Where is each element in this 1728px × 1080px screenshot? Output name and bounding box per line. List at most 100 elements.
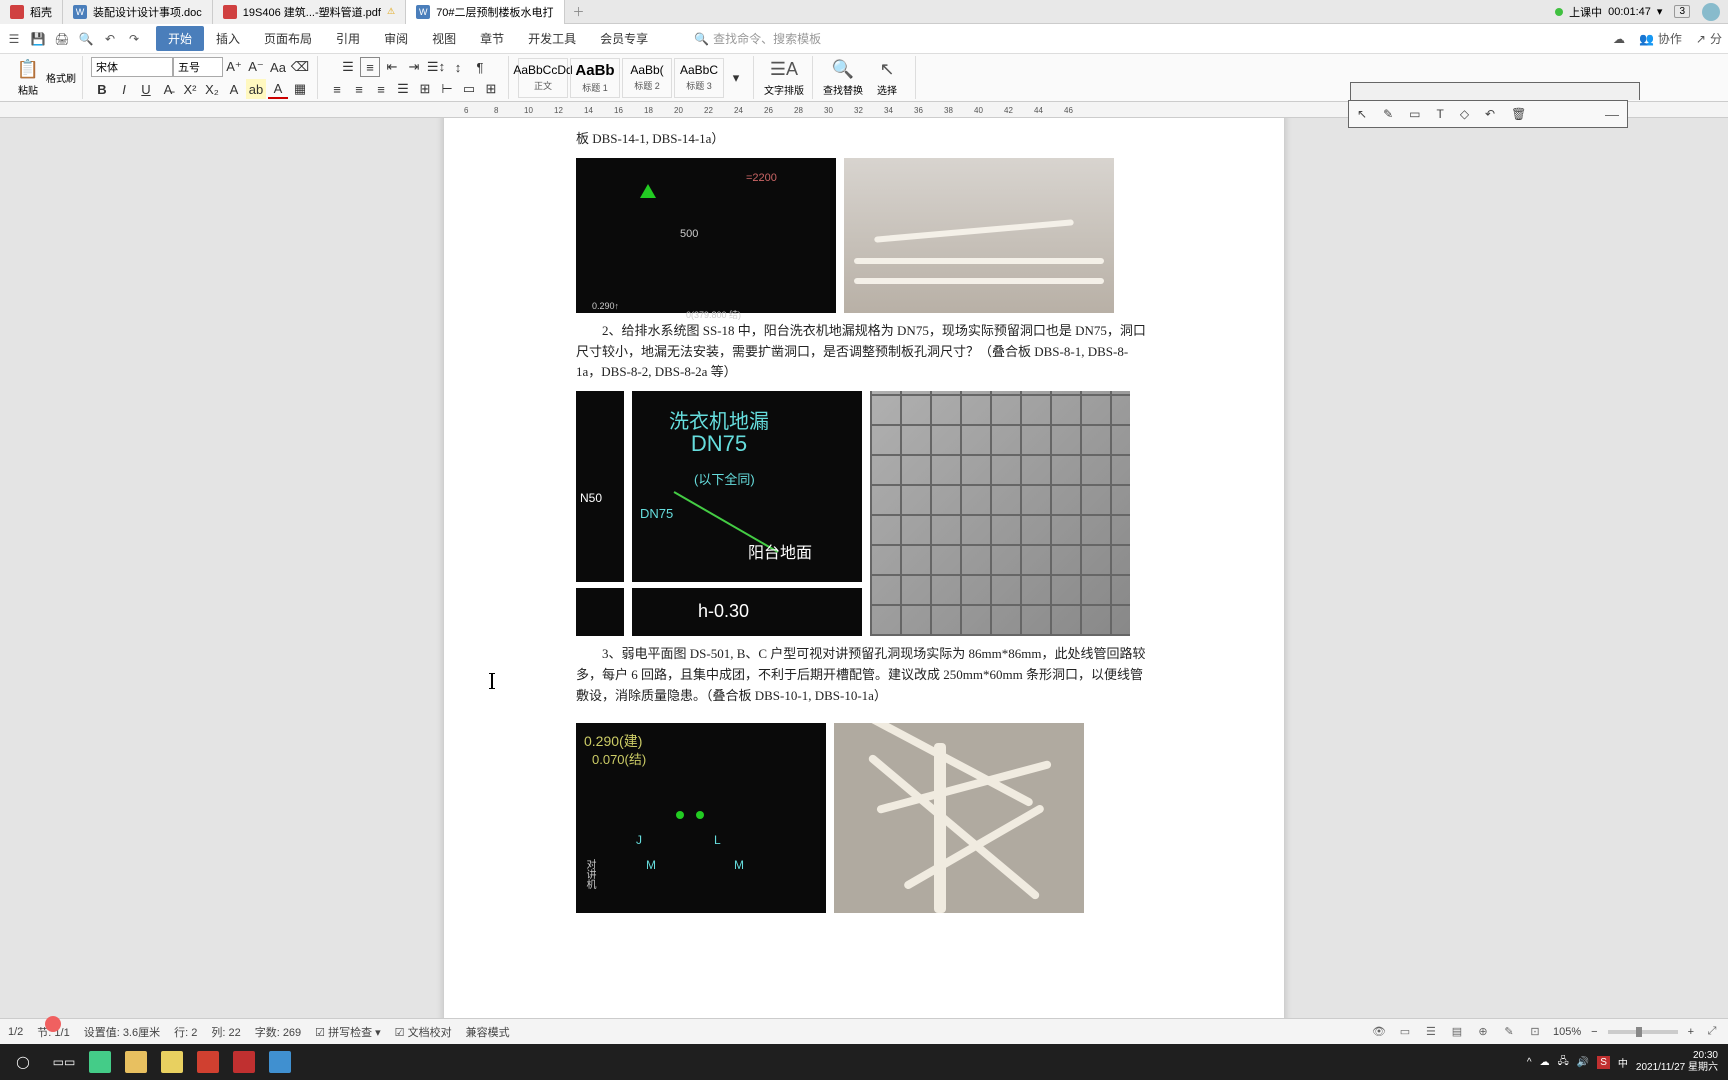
count-badge[interactable]: 3 (1674, 5, 1690, 18)
status-words[interactable]: 字数: 269 (255, 1024, 301, 1040)
line-spacing-button[interactable]: ☰↕ (426, 57, 446, 77)
view-page-icon[interactable]: ▭ (1397, 1024, 1413, 1040)
zoom-fit-icon[interactable]: ⊡ (1527, 1024, 1543, 1040)
avatar[interactable] (1702, 3, 1720, 21)
tab-add-button[interactable]: ＋ (565, 0, 593, 24)
italic-button[interactable]: I (114, 79, 134, 99)
decrease-font-icon[interactable]: A⁻ (246, 57, 266, 77)
status-page[interactable]: 1/2 (8, 1026, 23, 1038)
format-painter[interactable]: 格式刷 (46, 70, 76, 85)
float-panel-tab[interactable] (1350, 82, 1640, 100)
save-icon[interactable]: 💾 (30, 31, 46, 47)
edit-icon[interactable]: ✎ (1501, 1024, 1517, 1040)
zoom-in[interactable]: + (1688, 1026, 1694, 1038)
superscript-button[interactable]: X² (180, 79, 200, 99)
redo-icon[interactable]: ↷ (126, 31, 142, 47)
menu-tab-insert[interactable]: 插入 (204, 26, 252, 51)
tab-stops-button[interactable]: ⊢ (437, 79, 457, 99)
distribute-button[interactable]: ⊞ (415, 79, 435, 99)
tab-doc-active[interactable]: W 70#二层预制楼板水电打 (406, 0, 564, 24)
view-read-icon[interactable]: ⊕ (1475, 1024, 1491, 1040)
document-area[interactable]: 板 DBS-14-1, DBS-14-1a） 500 0(379.800 结) … (0, 118, 1728, 1052)
zoom-out[interactable]: − (1591, 1026, 1597, 1038)
zoom-value[interactable]: 105% (1553, 1026, 1581, 1038)
bold-button[interactable]: B (92, 79, 112, 99)
taskbar-app-wps[interactable] (190, 1044, 226, 1080)
zoom-slider[interactable] (1608, 1030, 1678, 1034)
tray-ime[interactable]: 中 (1618, 1055, 1628, 1070)
bullets-button[interactable]: ☰ (338, 57, 358, 77)
style-h3[interactable]: AaBbC 标题 3 (674, 58, 724, 98)
font-effect-button[interactable]: A (224, 79, 244, 99)
typeset-button[interactable]: ☰A 文字排版 (762, 59, 806, 97)
paste-button[interactable]: 📋 粘贴 (10, 59, 46, 97)
increase-font-icon[interactable]: A⁺ (224, 57, 244, 77)
class-status[interactable]: 上课中 00:01:47 ▾ (1555, 4, 1662, 20)
tray-app-icon[interactable]: S (1597, 1056, 1610, 1069)
size-select[interactable] (173, 57, 223, 77)
menu-tab-chapter[interactable]: 章节 (468, 26, 516, 51)
style-normal[interactable]: AaBbCcDd 正文 (518, 58, 568, 98)
numbering-button[interactable]: ≡ (360, 57, 380, 77)
text-tool-icon[interactable]: T (1436, 107, 1443, 121)
taskbar-app-notes[interactable] (154, 1044, 190, 1080)
change-case-icon[interactable]: Aa (268, 57, 288, 77)
menu-tab-dev[interactable]: 开发工具 (516, 26, 588, 51)
preview-icon[interactable]: 🔍 (78, 31, 94, 47)
collab-button[interactable]: 👥 协作 (1639, 30, 1682, 47)
align-right-button[interactable]: ≡ (371, 79, 391, 99)
find-replace-button[interactable]: 🔍 查找替换 (821, 59, 865, 97)
eraser-tool-icon[interactable]: ◇ (1460, 107, 1469, 121)
shading-button[interactable]: ▭ (459, 79, 479, 99)
align-center-button[interactable]: ≡ (349, 79, 369, 99)
tray-cloud-icon[interactable]: ☁ (1540, 1057, 1550, 1068)
taskbar-app-browser[interactable] (82, 1044, 118, 1080)
align-left-button[interactable]: ≡ (327, 79, 347, 99)
docfix-toggle[interactable]: ☑ 文档校对 (395, 1024, 452, 1040)
indent-inc-button[interactable]: ⇥ (404, 57, 424, 77)
menu-tab-review[interactable]: 审阅 (372, 26, 420, 51)
spellcheck-toggle[interactable]: ☑ 拼写检查 ▾ (315, 1024, 381, 1040)
highlight-button[interactable]: ab (246, 79, 266, 99)
style-h1[interactable]: AaBb 标题 1 (570, 58, 620, 98)
view-outline-icon[interactable]: ☰ (1423, 1024, 1439, 1040)
align-justify-button[interactable]: ☰ (393, 79, 413, 99)
subscript-button[interactable]: X₂ (202, 79, 222, 99)
style-h2[interactable]: AaBb( 标题 2 (622, 58, 672, 98)
pen-tool-icon[interactable]: ✎ (1383, 107, 1393, 121)
show-marks-button[interactable]: ¶ (470, 57, 490, 77)
menu-tab-pagelayout[interactable]: 页面布局 (252, 26, 324, 51)
strike-button[interactable]: A̵ (158, 79, 178, 99)
view-web-icon[interactable]: ▤ (1449, 1024, 1465, 1040)
share-button[interactable]: ↗ 分 (1696, 30, 1722, 47)
tab-doc-1[interactable]: W 装配设计设计事项.doc (63, 0, 213, 24)
indent-dec-button[interactable]: ⇤ (382, 57, 402, 77)
menu-tab-ref[interactable]: 引用 (324, 26, 372, 51)
font-color-button[interactable]: A (268, 79, 288, 99)
tray-chevron-icon[interactable]: ^ (1527, 1057, 1532, 1068)
borders-button[interactable]: ⊞ (481, 79, 501, 99)
tab-shell[interactable]: 稻壳 (0, 0, 63, 24)
sort-button[interactable]: ↕ (448, 57, 468, 77)
record-indicator[interactable] (45, 1016, 61, 1032)
print-icon[interactable]: 🖨 (54, 31, 70, 47)
delete-tool-icon[interactable]: 🗑 (1511, 107, 1526, 121)
eye-icon[interactable]: 👁 (1371, 1024, 1387, 1040)
undo-tool-icon[interactable]: ↶ (1485, 107, 1495, 121)
char-shading-button[interactable]: ▦ (290, 79, 310, 99)
menu-tab-start[interactable]: 开始 (156, 26, 204, 51)
tray-network-icon[interactable]: 🖧 (1558, 1054, 1569, 1071)
taskbar-app-autocad[interactable] (226, 1044, 262, 1080)
panel-minimize-button[interactable]: — (1605, 106, 1619, 122)
clear-format-icon[interactable]: ⌫ (290, 57, 310, 77)
font-select[interactable] (91, 57, 173, 77)
taskbar-app-explorer[interactable] (118, 1044, 154, 1080)
underline-button[interactable]: U (136, 79, 156, 99)
cloud-sync-icon[interactable]: ☁ (1613, 32, 1625, 46)
tray-volume-icon[interactable]: 🔊 (1577, 1057, 1589, 1068)
menu-tab-vip[interactable]: 会员专享 (588, 26, 660, 51)
select-button[interactable]: ↖ 选择 (865, 59, 909, 97)
rect-tool-icon[interactable]: ▭ (1409, 107, 1420, 121)
tab-pdf[interactable]: 19S406 建筑...-塑料管道.pdf ⚠ (213, 0, 406, 24)
style-more-button[interactable]: ▾ (726, 68, 746, 88)
